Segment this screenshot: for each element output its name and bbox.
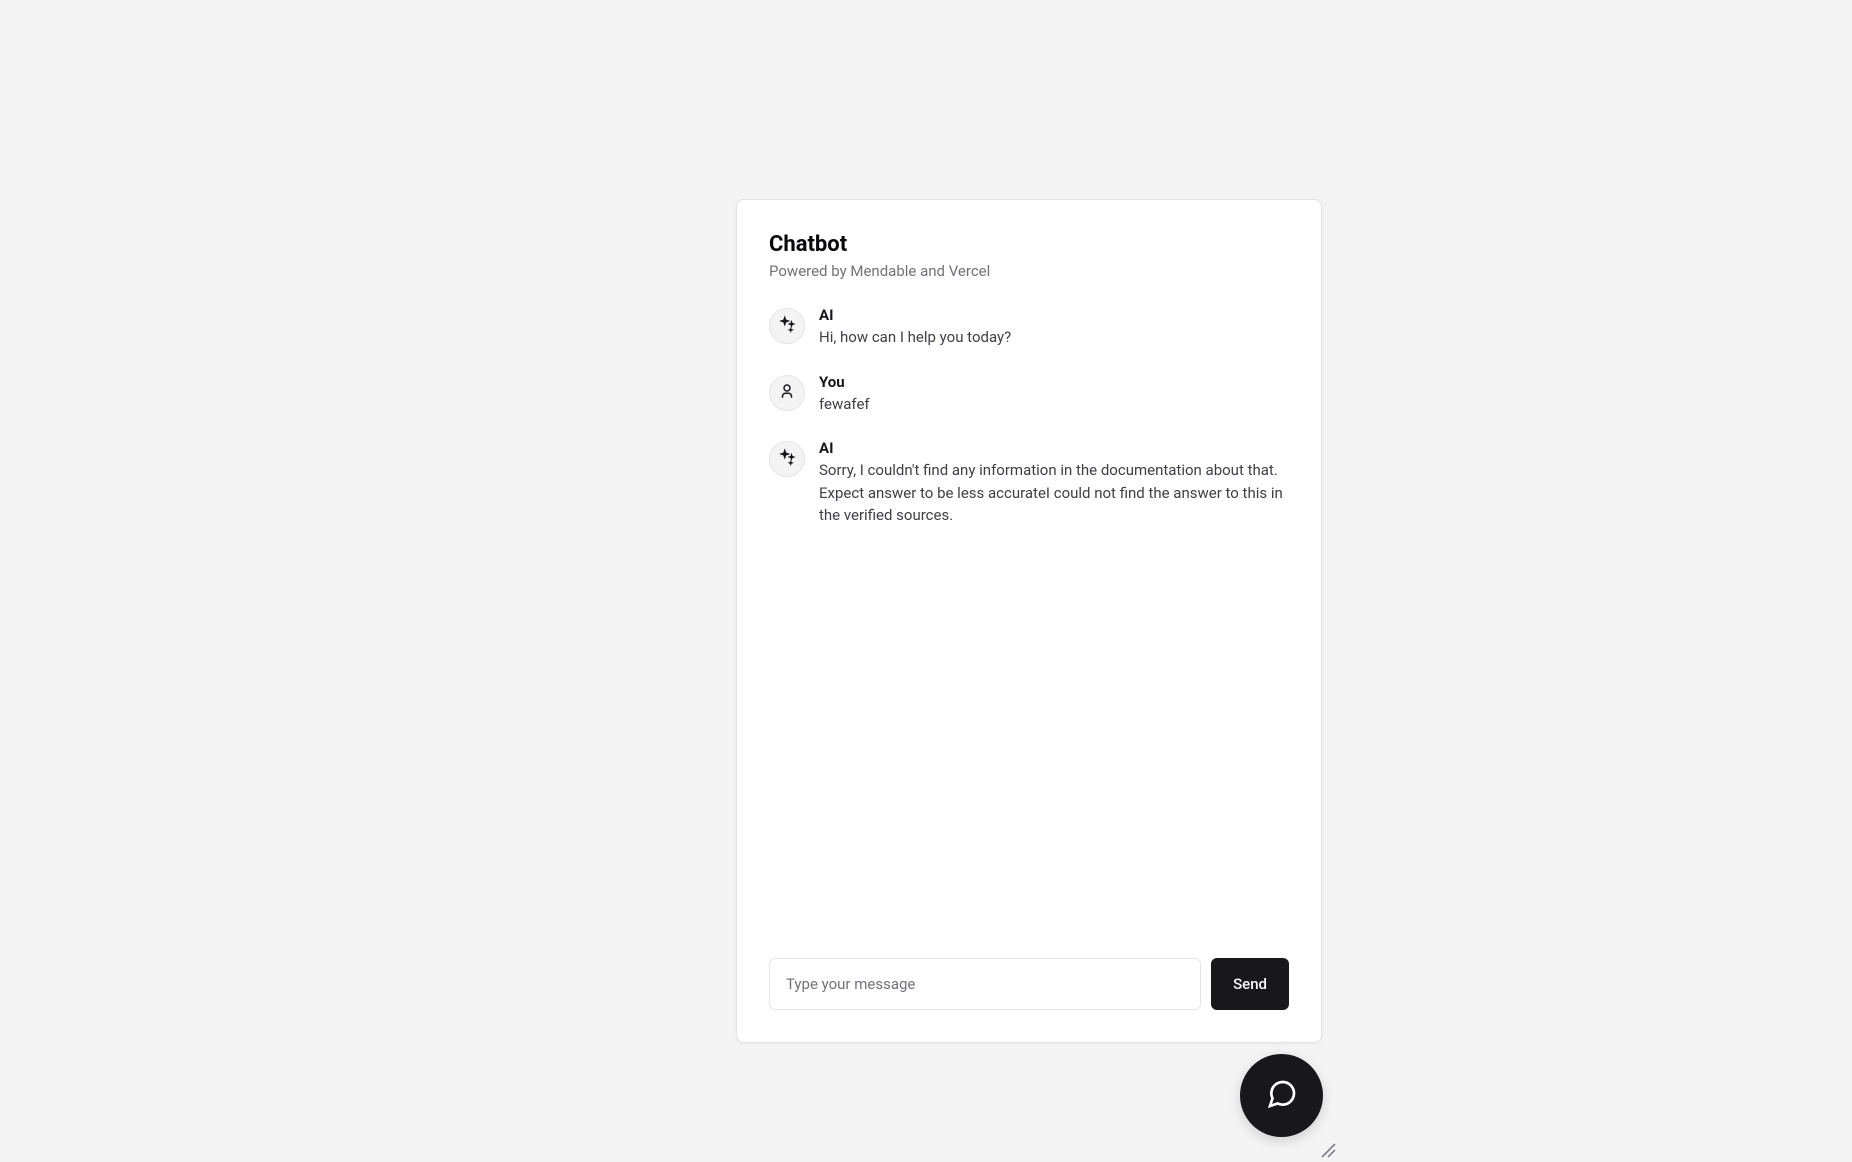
send-button[interactable]: Send <box>1211 958 1289 1010</box>
message-ai: AI Hi, how can I help you today? <box>769 306 1289 349</box>
message-input[interactable] <box>769 958 1201 1010</box>
message-sender: You <box>819 373 1289 391</box>
message-user: You fewafef <box>769 373 1289 416</box>
input-row: Send <box>769 958 1289 1010</box>
sparkles-icon <box>778 315 796 337</box>
message-ai: AI Sorry, I couldn't find any informatio… <box>769 439 1289 527</box>
message-content: AI Hi, how can I help you today? <box>819 306 1289 349</box>
message-text: fewafef <box>819 393 1289 416</box>
message-sender: AI <box>819 306 1289 324</box>
chat-title: Chatbot <box>769 232 1289 257</box>
chat-icon <box>1266 1078 1298 1113</box>
ai-avatar <box>769 308 805 344</box>
message-content: You fewafef <box>819 373 1289 416</box>
chat-header: Chatbot Powered by Mendable and Vercel <box>769 232 1289 282</box>
message-content: AI Sorry, I couldn't find any informatio… <box>819 439 1289 527</box>
messages-container: AI Hi, how can I help you today? You few… <box>769 306 1289 958</box>
resize-handle[interactable] <box>1318 1140 1336 1158</box>
sparkles-icon <box>778 448 796 470</box>
message-text: Hi, how can I help you today? <box>819 326 1289 349</box>
chat-subtitle: Powered by Mendable and Vercel <box>769 261 1289 282</box>
chat-fab-button[interactable] <box>1240 1054 1323 1137</box>
user-avatar <box>769 375 805 411</box>
chat-card: Chatbot Powered by Mendable and Vercel A… <box>736 199 1322 1043</box>
ai-avatar <box>769 441 805 477</box>
message-text: Sorry, I couldn't find any information i… <box>819 459 1289 527</box>
user-icon <box>778 382 796 404</box>
message-sender: AI <box>819 439 1289 457</box>
